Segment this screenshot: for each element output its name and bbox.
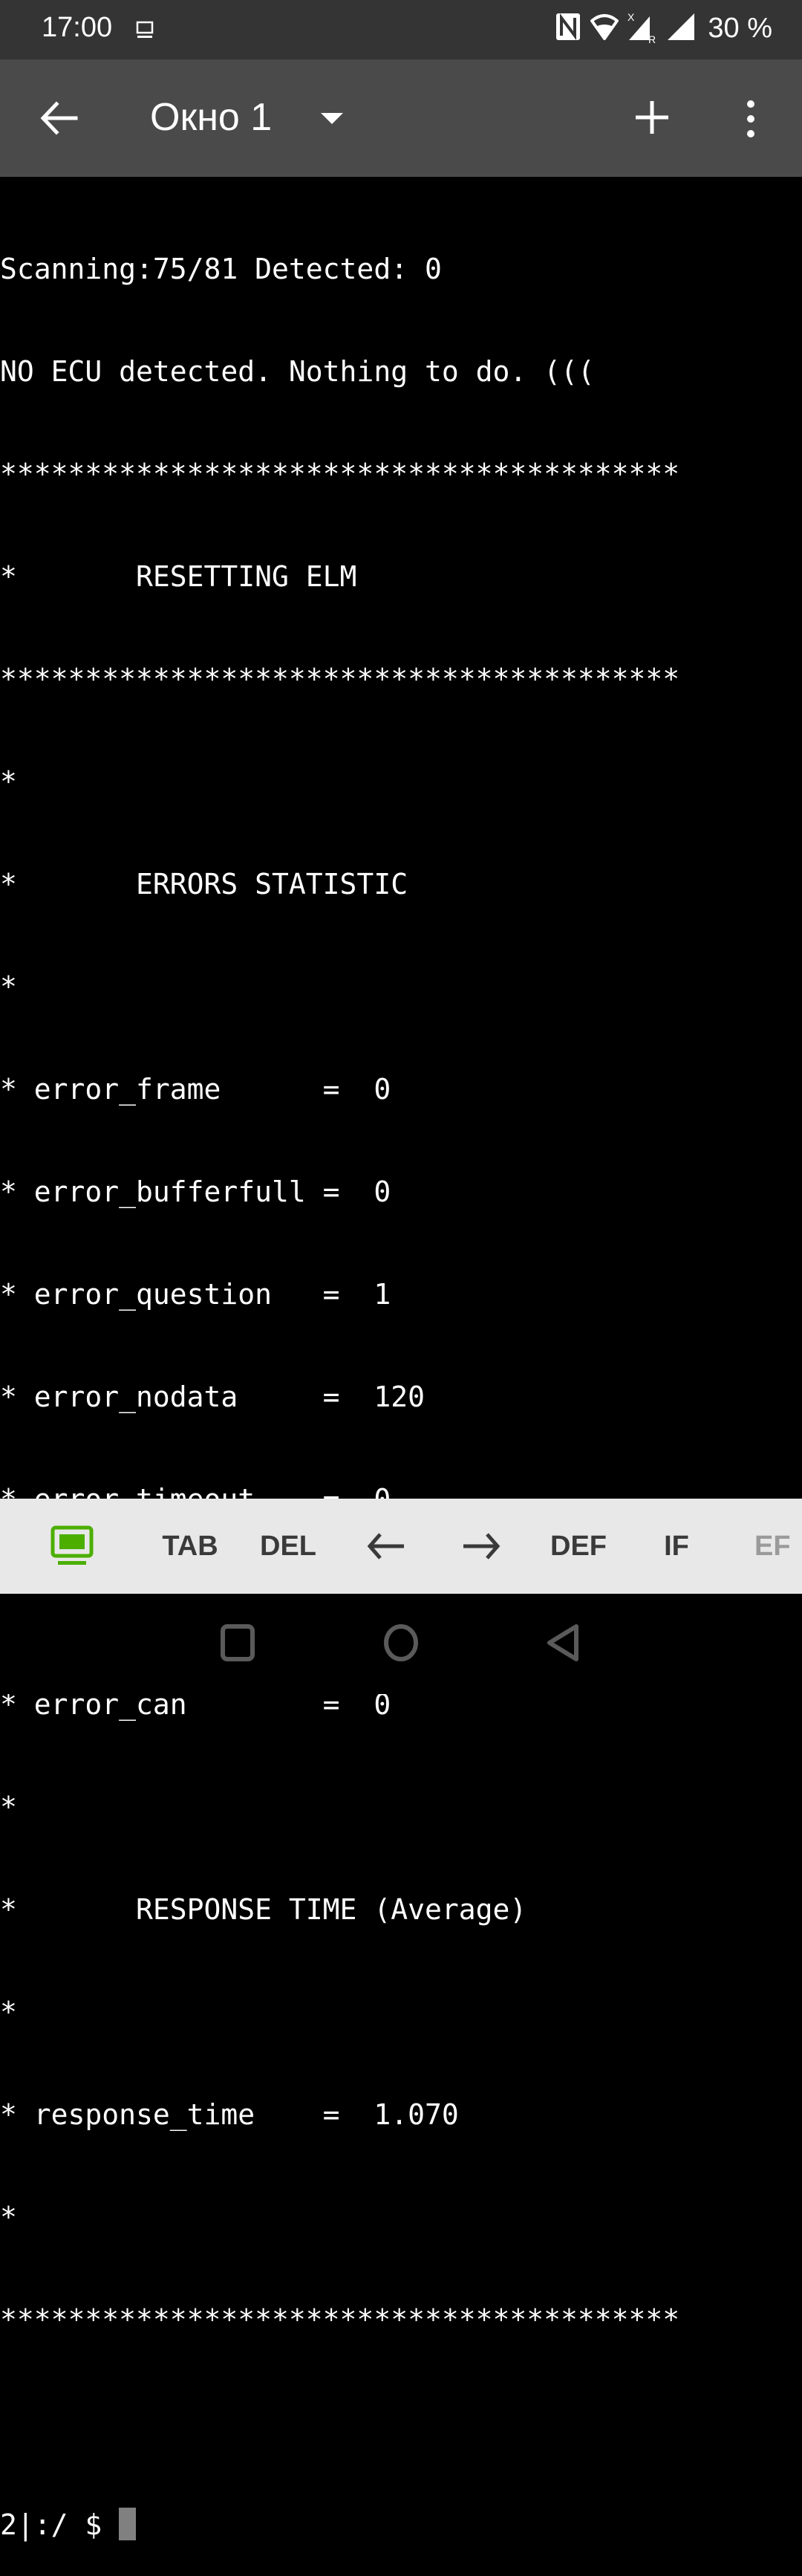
status-time: 17:00 [42,12,113,43]
terminal-line: * RESETTING ELM [0,560,357,593]
shell-prompt: 2|:/ $ [0,2508,120,2541]
svg-text:R: R [648,33,656,43]
extra-keys-bar: TAB DEL DEF IF EF [0,1499,802,1594]
dropdown-icon[interactable] [321,113,343,124]
key-if[interactable]: IF [658,1524,695,1568]
key-tab[interactable]: TAB [157,1524,223,1568]
prompt-line[interactable]: 2|:/ $ [0,2508,802,2542]
back-icon[interactable] [545,1623,581,1665]
navigation-bar [0,1594,802,1694]
recents-icon[interactable] [220,1623,255,1665]
app-bar: Окно 1 [0,59,802,177]
back-arrow-icon[interactable] [39,100,80,137]
terminal-line: * response_time = 1.070 [0,2098,459,2131]
terminal-line: * error_bufferfull = 0 [0,1175,391,1208]
terminal-line: **************************************** [0,663,680,695]
terminal-output[interactable]: Scanning:75/81 Detected: 0 NO ECU detect… [0,184,802,2541]
key-def[interactable]: DEF [547,1524,610,1568]
battery-percent: 30 % [708,12,772,44]
terminal-line: * [0,970,17,1003]
terminal-line: * error_frame = 0 [0,1073,391,1106]
terminal-line: * [0,1791,17,1823]
signal-roaming-icon: XR [627,10,659,46]
keyboard-toggle-icon[interactable] [46,1524,98,1568]
key-right-arrow[interactable] [451,1524,511,1568]
window-title[interactable]: Окно 1 [150,95,272,140]
key-left-arrow[interactable] [356,1524,416,1568]
terminal-line: * error_question = 1 [0,1278,391,1311]
terminal-line: **************************************** [0,458,680,490]
svg-text:X: X [627,11,635,23]
terminal-line: * ERRORS STATISTIC [0,868,408,901]
terminal-line: * RESPONSE TIME (Average) [0,1893,527,1926]
terminal-line: * error_nodata = 120 [0,1381,425,1413]
terminal-line: **************************************** [0,2303,680,2336]
nfc-icon [555,12,581,45]
terminal-line: * [0,1996,17,2028]
terminal-line: * [0,765,17,798]
key-ef[interactable]: EF [754,1524,802,1568]
terminal-line: Scanning:75/81 Detected: 0 [0,253,442,285]
signal-icon [666,12,696,45]
wifi-icon [589,12,620,45]
plus-icon[interactable] [631,97,673,138]
terminal-line: * [0,2201,17,2233]
status-icons: XR 30 % [555,10,772,46]
status-bar: 17:00 XR 30 % [0,0,802,59]
terminal-line: NO ECU detected. Nothing to do. ((( [0,355,595,388]
text-cursor [119,2508,137,2540]
screen-cast-icon [135,21,154,43]
more-vert-icon[interactable] [740,98,762,140]
home-icon[interactable] [382,1623,420,1665]
key-del[interactable]: DEL [257,1524,319,1568]
